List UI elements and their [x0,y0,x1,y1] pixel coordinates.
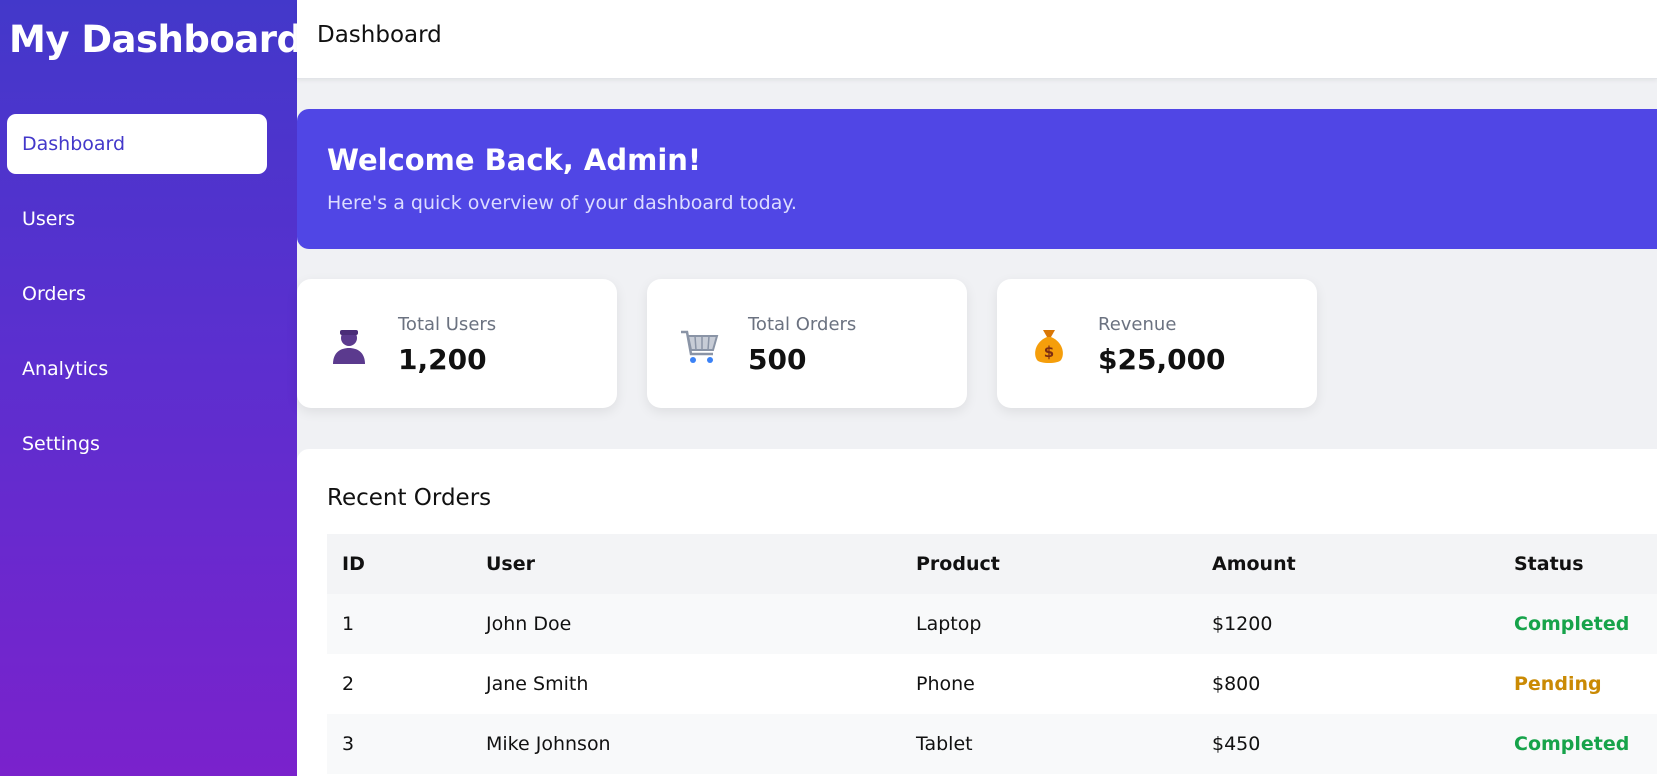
column-header-id: ID [327,534,471,594]
sidebar-item-settings[interactable]: Settings [7,414,267,474]
cell-user: John Doe [471,594,901,654]
welcome-banner: Welcome Back, Admin! Here's a quick over… [297,109,1657,249]
welcome-subtitle: Here's a quick overview of your dashboar… [327,192,797,214]
status-badge: Completed [1499,594,1657,654]
cell-amount: $450 [1197,714,1499,774]
status-badge: Pending [1499,654,1657,714]
sidebar-item-users[interactable]: Users [7,189,267,249]
cell-id: 3 [327,714,471,774]
sidebar: My Dashboard Dashboard Users Orders Anal… [0,0,303,776]
svg-text:$: $ [1044,343,1054,361]
stat-label: Total Users [398,314,497,335]
column-header-status: Status [1499,534,1657,594]
recent-orders-card: Recent Orders ID User Product Amount Sta… [297,449,1657,776]
cell-product: Phone [901,654,1197,714]
stat-card-orders: Total Orders 500 [647,279,967,408]
cell-user: Mike Johnson [471,714,901,774]
cell-product: Tablet [901,714,1197,774]
sidebar-item-analytics[interactable]: Analytics [7,339,267,399]
sidebar-nav: Dashboard Users Orders Analytics Setting… [7,114,267,489]
sidebar-item-orders[interactable]: Orders [7,264,267,324]
column-header-amount: Amount [1197,534,1499,594]
shopping-cart-icon [681,330,719,363]
money-bag-icon: $ [1035,330,1063,363]
column-header-product: Product [901,534,1197,594]
cell-user: Jane Smith [471,654,901,714]
sidebar-item-dashboard[interactable]: Dashboard [7,114,267,174]
welcome-title: Welcome Back, Admin! [327,143,702,177]
table-row[interactable]: 3 Mike Johnson Tablet $450 Completed [327,714,1657,774]
table-row[interactable]: 1 John Doe Laptop $1200 Completed [327,594,1657,654]
stat-card-users: Total Users 1,200 [297,279,617,408]
table-header-row: ID User Product Amount Status [327,534,1657,594]
recent-orders-title: Recent Orders [327,485,492,511]
cell-amount: $1200 [1197,594,1499,654]
page-title: Dashboard [317,22,442,48]
stat-label: Total Orders [748,314,857,335]
table-row[interactable]: 2 Jane Smith Phone $800 Pending [327,654,1657,714]
cell-product: Laptop [901,594,1197,654]
orders-table: ID User Product Amount Status 1 John Doe… [327,534,1657,774]
stat-label: Revenue [1098,314,1177,335]
stat-value: $25,000 [1098,343,1226,376]
stat-value: 500 [748,343,807,376]
cell-id: 2 [327,654,471,714]
cell-id: 1 [327,594,471,654]
stat-value: 1,200 [398,343,487,376]
cell-amount: $800 [1197,654,1499,714]
column-header-user: User [471,534,901,594]
stat-card-revenue: $ Revenue $25,000 [997,279,1317,408]
brand-title: My Dashboard [9,18,303,61]
status-badge: Completed [1499,714,1657,774]
topbar: Dashboard [297,0,1657,79]
user-icon [333,330,365,364]
